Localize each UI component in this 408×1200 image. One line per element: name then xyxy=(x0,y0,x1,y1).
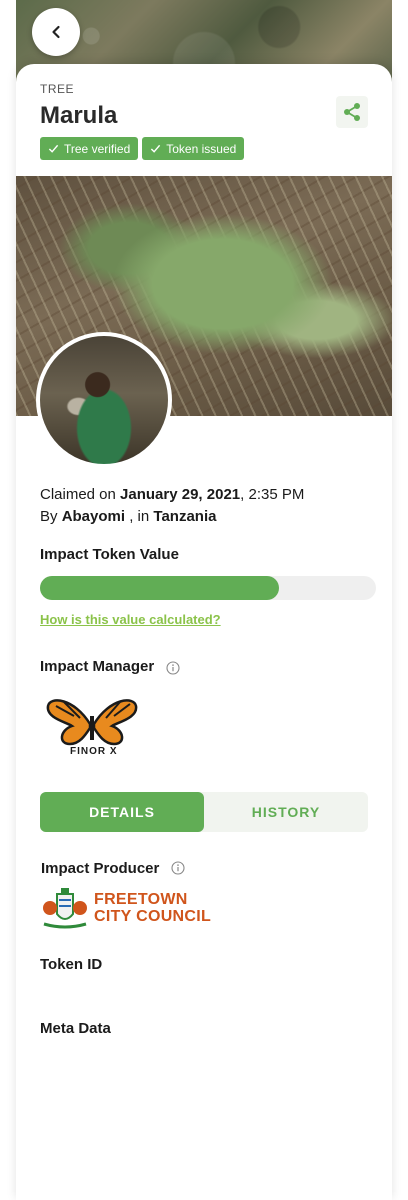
planter-avatar[interactable] xyxy=(36,332,172,468)
impact-manager-logo[interactable]: FINOR X xyxy=(44,694,140,764)
info-icon[interactable] xyxy=(171,861,185,875)
badge-label: Token issued xyxy=(166,141,237,156)
detail-tabs: DETAILS HISTORY xyxy=(40,792,368,832)
tab-history[interactable]: HISTORY xyxy=(204,792,368,832)
info-icon[interactable] xyxy=(166,661,180,675)
impact-manager-heading: Impact Manager xyxy=(40,658,155,675)
chevron-left-icon xyxy=(52,25,60,39)
claim-planter-line: By Abayomi , in Tanzania xyxy=(40,508,217,525)
status-badge: Tree verified xyxy=(40,137,139,160)
coat-of-arms-icon xyxy=(43,888,87,929)
impact-token-progress xyxy=(40,576,376,600)
meta-data-heading: Meta Data xyxy=(40,1020,111,1037)
token-id-heading: Token ID xyxy=(40,956,103,973)
impact-producer-logo[interactable]: FREETOWN CITY COUNCIL xyxy=(40,886,211,930)
check-icon xyxy=(48,144,59,153)
status-badges: Tree verified Token issued xyxy=(40,137,245,160)
planter-name[interactable]: Abayomi xyxy=(62,508,125,525)
page-title: Marula xyxy=(40,102,118,129)
planter-country: Tanzania xyxy=(153,508,217,525)
badge-label: Tree verified xyxy=(64,141,131,156)
back-button[interactable] xyxy=(32,8,80,56)
impact-manager-logo-text: FINOR X xyxy=(70,746,118,757)
claim-date-line: Claimed on January 29, 2021, 2:35 PM xyxy=(40,486,305,503)
claim-info: Claimed on January 29, 2021, 2:35 PM By … xyxy=(40,484,304,528)
claim-time: , 2:35 PM xyxy=(240,486,305,503)
value-calculation-link[interactable]: How is this value calculated? xyxy=(40,612,221,627)
impact-producer-name: FREETOWN CITY COUNCIL xyxy=(94,891,212,925)
item-type-label: TREE xyxy=(40,82,75,96)
impact-producer-heading: Impact Producer xyxy=(41,860,160,877)
tab-details[interactable]: DETAILS xyxy=(40,792,204,832)
impact-token-heading: Impact Token Value xyxy=(40,546,179,563)
check-icon xyxy=(151,144,161,153)
impact-token-progress-fill xyxy=(40,576,279,600)
status-badge: Token issued xyxy=(142,137,245,160)
claim-date: January 29, 2021 xyxy=(120,486,241,503)
share-button[interactable] xyxy=(336,96,368,128)
share-icon xyxy=(344,103,360,121)
detail-sheet: TREE Marula Tree verified Token issued C… xyxy=(16,64,392,1200)
